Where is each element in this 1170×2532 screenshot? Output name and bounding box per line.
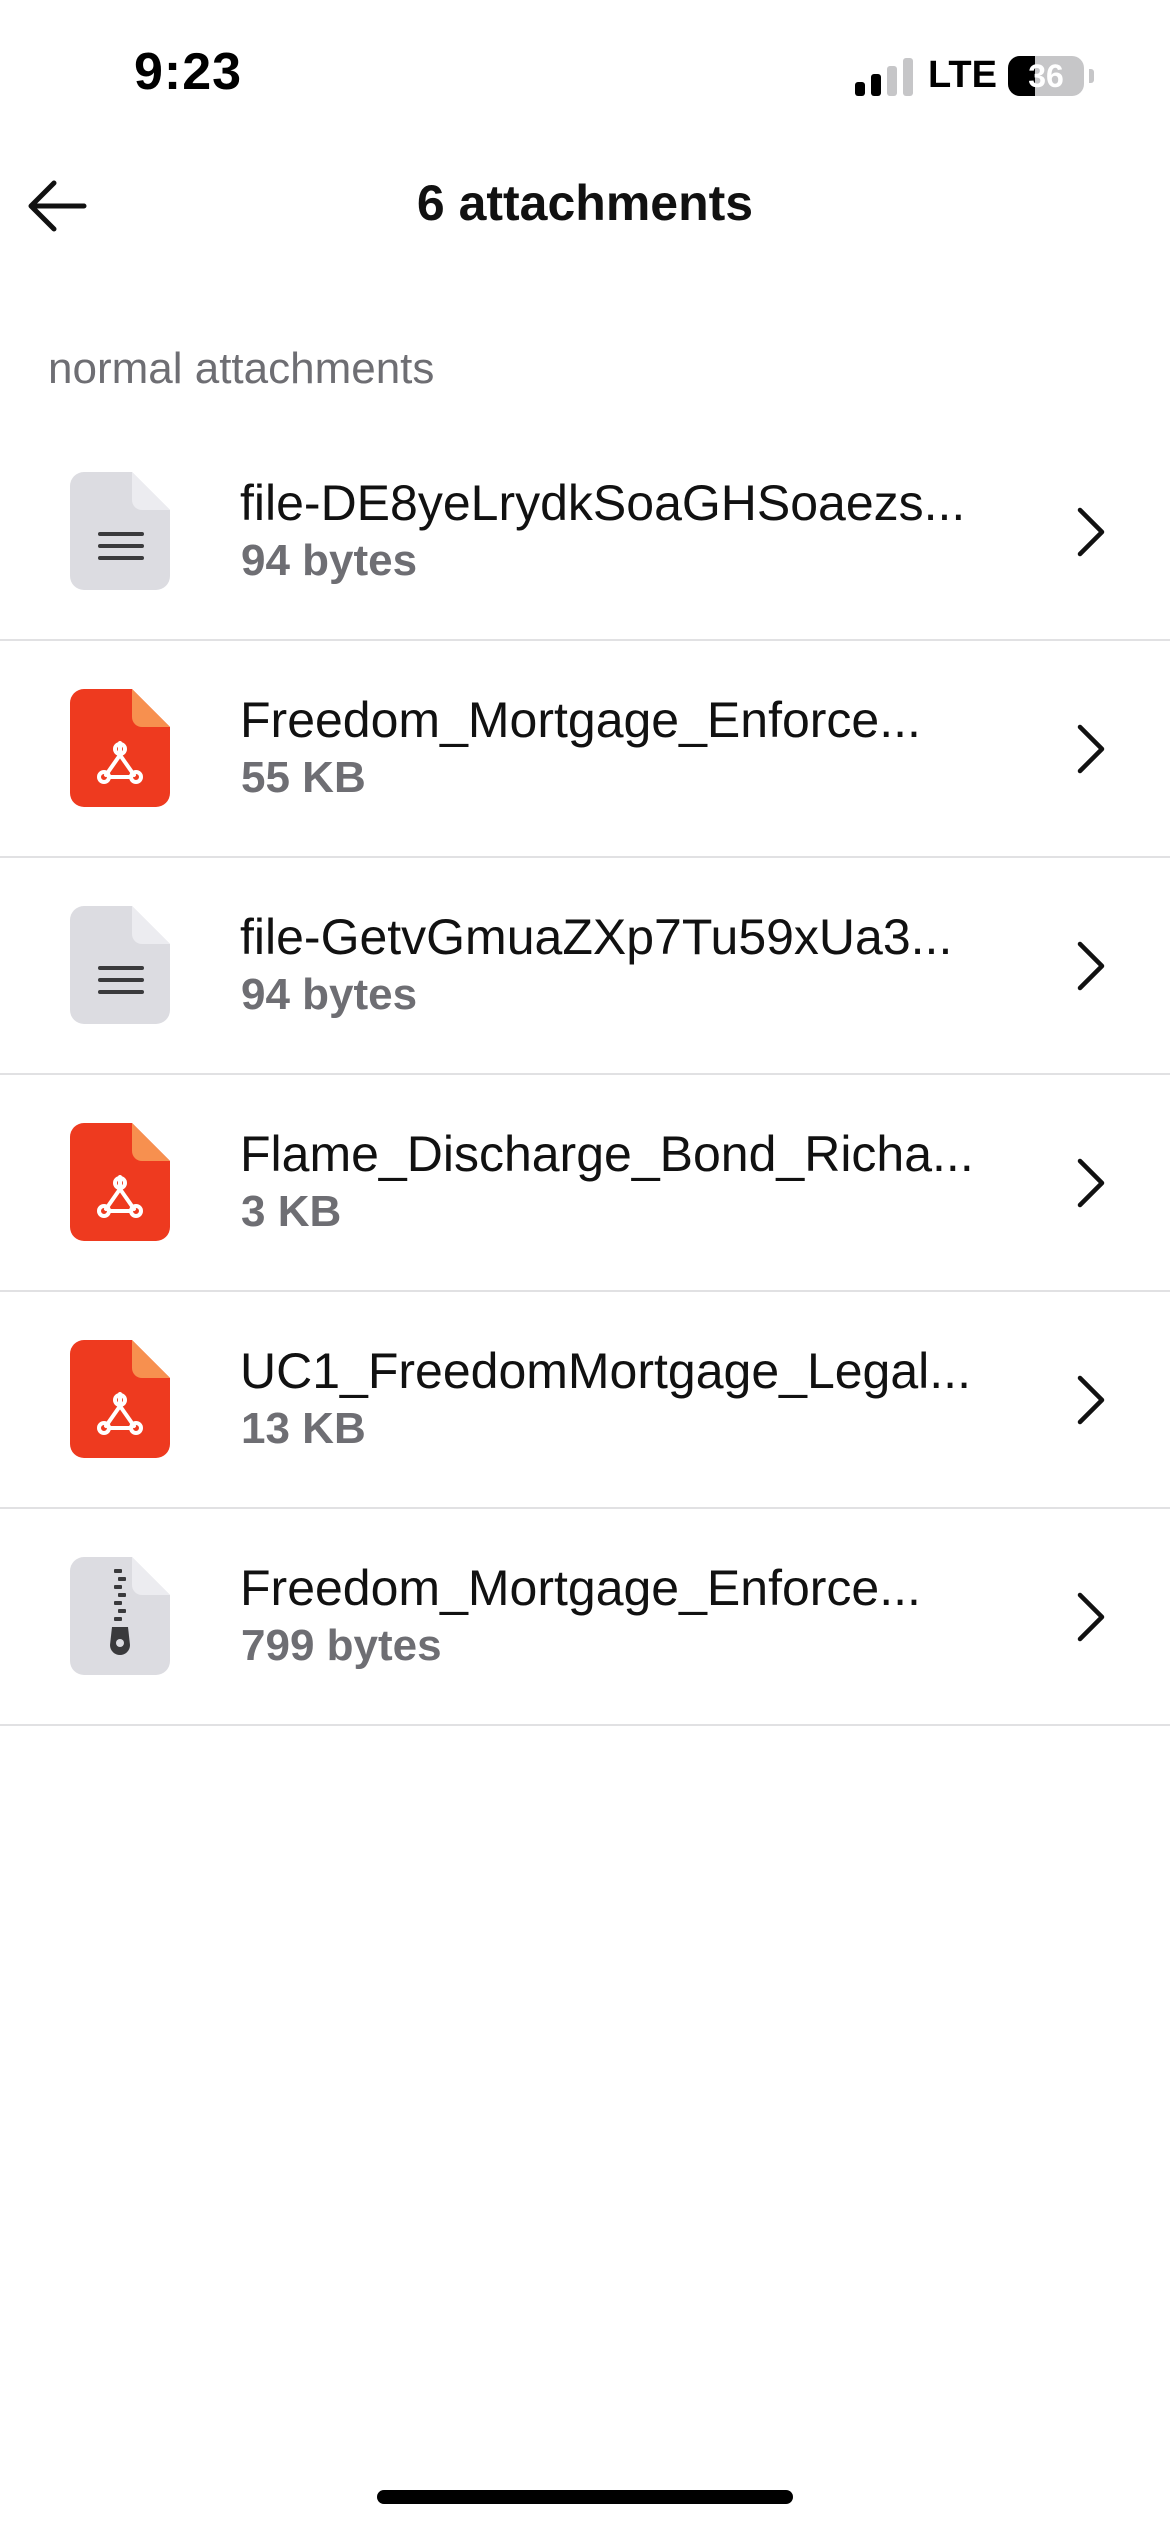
attachment-list: file-DE8yeLrydkSoaGHSoaezs... 94 bytes F…	[0, 424, 1170, 1726]
attachment-name: Flame_Discharge_Bond_Richa...	[240, 1126, 974, 1182]
attachment-row[interactable]: file-GetvGmuaZXp7Tu59xUa3... 94 bytes	[0, 858, 1170, 1075]
attachment-size: 13 KB	[241, 1404, 366, 1453]
battery-percent: 36	[1028, 58, 1064, 94]
battery-icon: 36	[1008, 56, 1094, 96]
pdf-file-icon	[70, 689, 170, 807]
network-type-label: LTE	[928, 54, 997, 96]
attachment-name: Freedom_Mortgage_Enforce...	[240, 1560, 921, 1616]
attachment-size: 799 bytes	[241, 1621, 442, 1670]
attachment-size: 3 KB	[241, 1187, 342, 1236]
status-bar: 9:23 LTE 36	[0, 0, 1170, 150]
text-document-icon	[70, 906, 170, 1024]
page-title: 6 attachments	[416, 175, 754, 231]
zip-archive-icon	[70, 1557, 170, 1675]
pdf-file-icon	[70, 1123, 170, 1241]
attachment-size: 55 KB	[241, 753, 366, 802]
attachment-name: UC1_FreedomMortgage_Legal...	[240, 1343, 971, 1399]
chevron-right-icon	[1077, 1158, 1105, 1208]
chevron-right-icon	[1077, 724, 1105, 774]
home-indicator[interactable]	[377, 2490, 793, 2504]
attachment-row[interactable]: Freedom_Mortgage_Enforce... 799 bytes	[0, 1509, 1170, 1726]
attachment-size: 94 bytes	[241, 536, 418, 585]
status-time: 9:23	[134, 43, 243, 101]
text-document-icon	[70, 472, 170, 590]
attachment-row[interactable]: UC1_FreedomMortgage_Legal... 13 KB	[0, 1292, 1170, 1509]
chevron-right-icon	[1077, 1592, 1105, 1642]
chevron-right-icon	[1077, 1375, 1105, 1425]
attachment-row[interactable]: file-DE8yeLrydkSoaGHSoaezs... 94 bytes	[0, 424, 1170, 641]
attachment-row[interactable]: Freedom_Mortgage_Enforce... 55 KB	[0, 641, 1170, 858]
attachment-name: file-DE8yeLrydkSoaGHSoaezs...	[240, 475, 966, 531]
chevron-right-icon	[1077, 941, 1105, 991]
attachment-size: 94 bytes	[241, 970, 418, 1019]
pdf-file-icon	[70, 1340, 170, 1458]
cellular-signal-icon	[855, 58, 915, 96]
header: 6 attachments	[0, 150, 1170, 260]
chevron-right-icon	[1077, 507, 1105, 557]
section-label: normal attachments	[48, 344, 435, 393]
attachment-row[interactable]: Flame_Discharge_Bond_Richa... 3 KB	[0, 1075, 1170, 1292]
attachment-name: Freedom_Mortgage_Enforce...	[240, 692, 921, 748]
attachment-name: file-GetvGmuaZXp7Tu59xUa3...	[240, 909, 953, 965]
